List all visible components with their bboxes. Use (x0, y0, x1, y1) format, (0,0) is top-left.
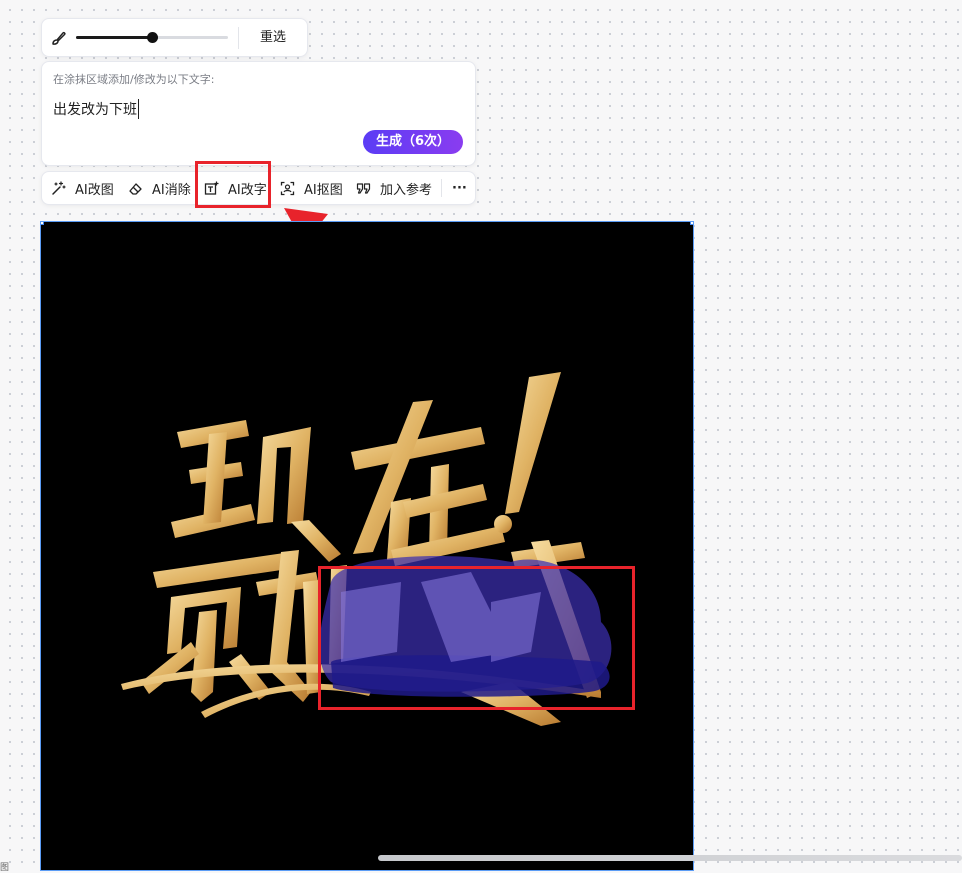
brush-toolbar: 重选 (41, 18, 308, 57)
tool-ai-erase[interactable]: AI消除 (128, 172, 191, 204)
selection-handle[interactable] (690, 222, 693, 225)
prompt-label: 在涂抹区域添加/修改为以下文字: (53, 73, 215, 86)
slider-fill (76, 36, 152, 39)
calligraphy-artwork (121, 372, 612, 726)
annotation-highlight-box (195, 161, 271, 208)
brush-icon[interactable] (50, 29, 68, 47)
tool-label: AI改图 (75, 182, 114, 198)
magic-wand-icon (52, 180, 66, 195)
generate-button[interactable]: 生成（6次） (363, 130, 463, 154)
status-text: 图 (0, 863, 10, 873)
brush-size-slider[interactable] (76, 32, 228, 43)
prompt-input[interactable]: 出发改为下班 (53, 99, 139, 119)
cutout-icon (280, 181, 295, 195)
canvas-image[interactable] (40, 221, 694, 871)
divider (441, 179, 442, 197)
selection-handle[interactable] (41, 222, 44, 225)
slider-knob[interactable] (147, 32, 158, 43)
horizontal-scrollbar[interactable] (378, 855, 962, 861)
tool-label: AI抠图 (304, 182, 343, 198)
divider (238, 27, 239, 49)
tool-label: 加入参考 (380, 182, 433, 198)
tool-label: AI消除 (152, 182, 191, 198)
text-edit-panel: 在涂抹区域添加/修改为以下文字: 出发改为下班 生成（6次） (41, 61, 476, 166)
reselect-button[interactable]: 重选 (247, 27, 299, 49)
quote-icon (356, 182, 371, 194)
eraser-icon (129, 182, 142, 195)
tool-ai-edit-image[interactable]: AI改图 (51, 172, 114, 204)
more-button[interactable]: ··· (452, 172, 467, 204)
annotation-highlight-box (318, 566, 635, 710)
